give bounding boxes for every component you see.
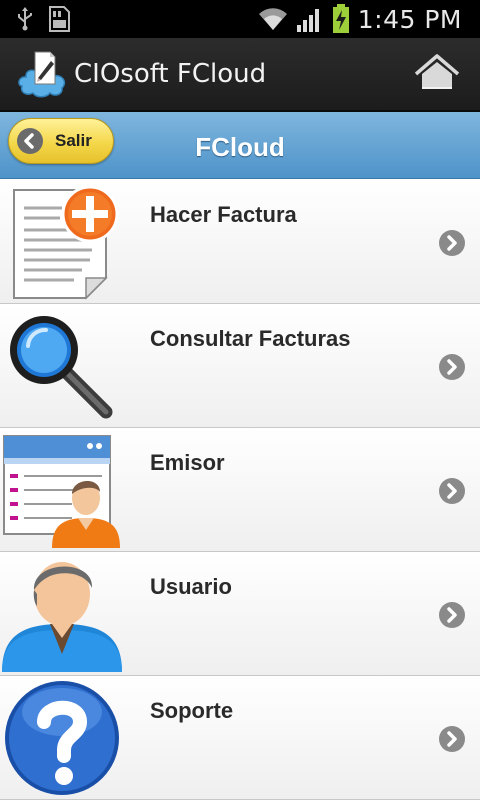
menu-item-label: Soporte <box>150 698 234 723</box>
menu-item-usuario[interactable]: Usuario <box>0 552 480 676</box>
menu-item-label: Emisor <box>150 450 225 475</box>
chevron-right-icon <box>439 230 465 256</box>
new-invoice-icon <box>13 185 119 300</box>
chevron-right-icon <box>439 354 465 380</box>
menu-item-hacer-factura[interactable]: Hacer Factura <box>0 180 480 304</box>
issuer-card-icon <box>3 435 120 548</box>
chevron-right-icon <box>439 726 465 752</box>
user-icon <box>2 562 122 672</box>
signal-icon <box>296 9 319 32</box>
menu-item-consultar-facturas[interactable]: Consultar Facturas <box>0 304 480 428</box>
sd-card-icon <box>49 6 70 32</box>
menu-item-label: Consultar Facturas <box>150 326 351 351</box>
menu-item-label: Hacer Factura <box>150 202 297 227</box>
menu-item-soporte[interactable]: Soporte <box>0 676 480 800</box>
menu-list: Hacer Factura Consultar Facturas Emisor … <box>0 180 480 800</box>
page-title: FCloud <box>195 132 285 162</box>
menu-item-label: Usuario <box>150 574 232 599</box>
action-bar: CIOsoft FCloud <box>0 38 480 112</box>
help-icon <box>5 681 119 795</box>
wifi-icon <box>258 8 287 30</box>
usb-icon <box>18 7 32 31</box>
app-title: CIOsoft FCloud <box>74 59 267 89</box>
page-header: Salir FCloud <box>0 112 480 179</box>
status-bar: 1:45 PM <box>0 0 480 38</box>
app-cloud-icon <box>18 51 66 98</box>
chevron-right-icon <box>439 602 465 628</box>
menu-item-emisor[interactable]: Emisor <box>0 428 480 552</box>
battery-charging-icon <box>332 4 349 33</box>
clock: 1:45 PM <box>357 4 462 34</box>
home-icon[interactable] <box>414 54 460 94</box>
magnifier-icon <box>10 316 113 419</box>
chevron-right-icon <box>439 478 465 504</box>
